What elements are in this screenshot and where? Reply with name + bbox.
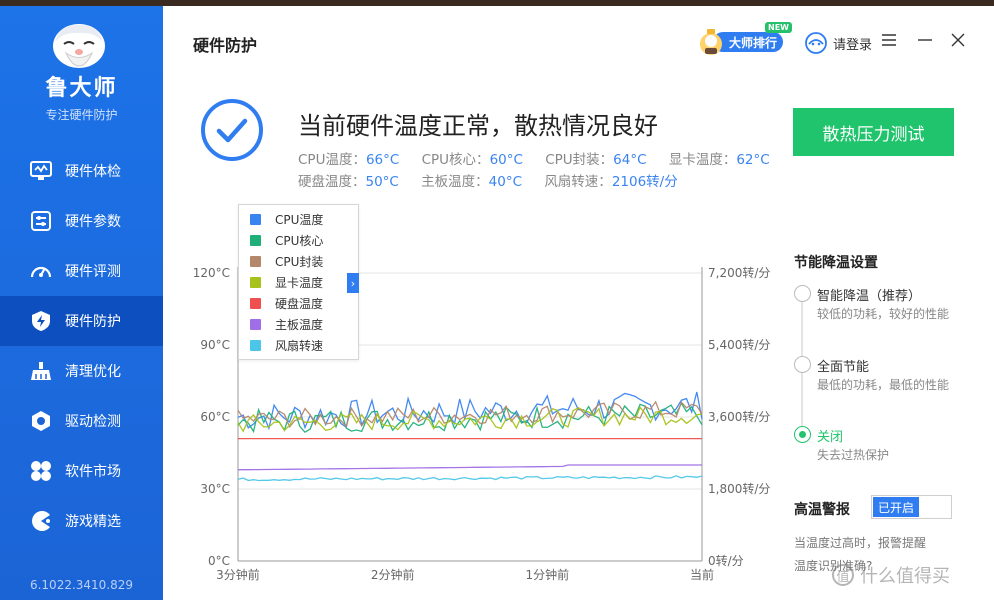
sidebar-item-driver-check[interactable]: 驱动检测 — [0, 396, 163, 446]
legend-item[interactable]: CPU温度 — [239, 209, 358, 230]
legend-item[interactable]: 硬盘温度 — [239, 293, 358, 314]
version-label: 6.1022.3410.829 — [29, 578, 134, 592]
sidebar-item-label: 游戏精选 — [65, 514, 121, 530]
sidebar-item-label: 硬件参数 — [65, 214, 121, 230]
series-line — [237, 475, 703, 482]
legend-item[interactable]: 风扇转速 — [239, 335, 358, 356]
sidebar-item-label: 软件市场 — [65, 464, 121, 480]
sidebar-item-game-picks[interactable]: 游戏精选 — [0, 496, 163, 546]
app-window: 鲁大师 专注硬件防护 硬件体检 硬件参数 硬件评测 硬件防护 清理优化 驱动检测… — [0, 6, 994, 600]
trophy-avatar-icon — [700, 29, 722, 55]
reading-board-temp: 主板温度：40°C — [421, 174, 523, 190]
master-lu-logo — [53, 24, 105, 68]
high-temp-alarm-title: 高温警报 — [794, 502, 850, 518]
y-right-tick-label: 7,200转/分 — [708, 265, 770, 280]
y-left-tick-label: 30°C — [200, 482, 230, 496]
y-left-tick-label: 0°C — [208, 554, 230, 568]
sidebar-nav: 硬件体检 硬件参数 硬件评测 硬件防护 清理优化 驱动检测 软件市场 游戏精选 — [0, 146, 163, 546]
alarm-toggle[interactable]: 已开启 — [871, 495, 952, 519]
sliders-icon — [30, 210, 52, 232]
temperature-readings: CPU温度：66°C CPU核心：60°C CPU封装：64°C 显卡温度：62… — [298, 149, 788, 193]
legend-swatch — [250, 235, 261, 246]
legend-swatch — [250, 256, 261, 267]
master-rank-button[interactable]: 大师排行 NEW — [697, 22, 792, 55]
toggle-on-label: 已开启 — [873, 497, 919, 517]
sidebar-item-cleanup[interactable]: 清理优化 — [0, 346, 163, 396]
status-title: 当前硬件温度正常，散热情况良好 — [298, 112, 658, 140]
user-avatar-icon — [805, 32, 827, 54]
page-title: 硬件防护 — [193, 36, 258, 55]
reading-cpu-package: CPU封装：64°C — [545, 152, 647, 168]
radio-button[interactable] — [794, 285, 811, 302]
legend-swatch — [250, 277, 261, 288]
stress-test-button[interactable]: 散热压力测试 — [793, 108, 954, 156]
sidebar-item-label: 硬件防护 — [65, 314, 121, 330]
y-right-tick-label: 5,400转/分 — [708, 337, 770, 352]
pacman-icon — [30, 510, 52, 532]
y-right-tick-label: 3,600转/分 — [708, 409, 770, 424]
minimize-icon — [918, 39, 932, 41]
y-right-tick-label: 1,800转/分 — [708, 481, 770, 496]
legend-item[interactable]: 主板温度 — [239, 314, 358, 335]
monitor-check-icon — [30, 160, 52, 182]
x-tick-label: 当前 — [690, 567, 714, 582]
watermark: 值 什么值得买 — [832, 562, 950, 588]
new-tag: NEW — [765, 22, 792, 33]
reading-cpu-core: CPU核心：60°C — [421, 152, 523, 168]
reading-gpu-temp: 显卡温度：62°C — [668, 152, 770, 168]
sidebar: 鲁大师 专注硬件防护 硬件体检 硬件参数 硬件评测 硬件防护 清理优化 驱动检测… — [0, 6, 163, 600]
legend-swatch — [250, 319, 261, 330]
x-tick-label: 3分钟前 — [216, 567, 260, 582]
check-circle-icon — [201, 99, 263, 161]
close-icon — [951, 33, 965, 47]
legend-swatch — [250, 340, 261, 351]
sidebar-item-software-market[interactable]: 软件市场 — [0, 446, 163, 496]
series-line — [237, 464, 702, 471]
sidebar-item-hardware-params[interactable]: 硬件参数 — [0, 196, 163, 246]
gauge-icon — [30, 260, 52, 282]
cooling-settings-title: 节能降温设置 — [794, 255, 878, 271]
smzdm-logo-icon: 值 — [832, 564, 854, 586]
reading-disk-temp: 硬盘温度：50°C — [298, 174, 399, 190]
login-label: 请登录 — [833, 37, 873, 53]
login-button[interactable]: 请登录 — [805, 32, 872, 54]
legend-item[interactable]: CPU封装 — [239, 251, 358, 272]
sidebar-item-label: 硬件体检 — [65, 164, 121, 180]
menu-button[interactable] — [879, 30, 899, 50]
broom-icon — [30, 360, 52, 382]
hamburger-menu-icon — [882, 34, 896, 46]
chevron-right-icon: › — [350, 276, 356, 290]
sidebar-item-hardware-check[interactable]: 硬件体检 — [0, 146, 163, 196]
sidebar-item-label: 清理优化 — [65, 364, 121, 380]
sidebar-item-hardware-protection[interactable]: 硬件防护 — [0, 296, 163, 346]
sidebar-item-label: 驱动检测 — [65, 414, 121, 430]
minimize-button[interactable] — [915, 30, 935, 50]
brand-name: 鲁大师 — [45, 76, 118, 101]
sidebar-item-hardware-benchmark[interactable]: 硬件评测 — [0, 246, 163, 296]
radio-button[interactable] — [794, 356, 811, 373]
y-left-tick-label: 60°C — [200, 410, 230, 424]
legend-swatch — [250, 298, 261, 309]
x-tick-label: 1分钟前 — [526, 567, 570, 582]
radio-button-selected[interactable] — [794, 426, 811, 443]
clover-icon — [30, 460, 52, 482]
y-left-tick-label: 90°C — [200, 338, 230, 352]
reading-fan-speed: 风扇转速：2106转/分 — [544, 174, 678, 190]
close-button[interactable] — [948, 30, 968, 50]
shield-bolt-icon — [30, 310, 52, 332]
brand-tagline: 专注硬件防护 — [45, 108, 118, 122]
y-left-tick-label: 120°C — [193, 266, 230, 280]
gear-hex-icon — [30, 410, 52, 432]
legend-item[interactable]: 显卡温度 — [239, 272, 358, 293]
y-right-tick-label: 0转/分 — [708, 553, 744, 568]
x-tick-label: 2分钟前 — [371, 567, 415, 582]
reading-cpu-temp: CPU温度：66°C — [298, 152, 400, 168]
sidebar-item-label: 硬件评测 — [65, 264, 121, 280]
legend-swatch — [250, 214, 261, 225]
chart-legend: CPU温度 CPU核心 CPU封装 显卡温度 硬盘温度 主板温度 风扇转速 — [238, 204, 359, 360]
legend-collapse-button[interactable]: › — [347, 273, 359, 293]
legend-item[interactable]: CPU核心 — [239, 230, 358, 251]
